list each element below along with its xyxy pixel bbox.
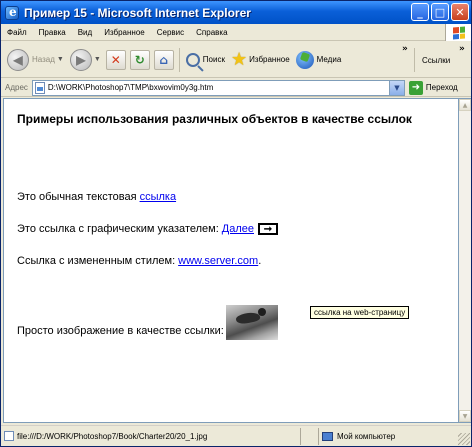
forward-button[interactable]: ▶ ▼	[67, 45, 104, 75]
scroll-down-icon[interactable]: ▼	[459, 410, 471, 422]
window-controls: _ □ ✕	[411, 3, 469, 21]
status-zone-cell: Мой компьютер	[319, 428, 439, 445]
styled-link-line: Ссылка с измененным стилем: www.server.c…	[17, 255, 261, 267]
home-icon: ⌂	[159, 52, 169, 67]
text-link-line: Это обычная текстовая ссылка	[17, 191, 176, 203]
page-icon	[34, 81, 45, 94]
favorites-label: Избранное	[249, 55, 290, 64]
address-bar: Адрес D:\WORK\Photoshop7\TMP\bxwovim0y3g…	[1, 79, 471, 97]
links-label[interactable]: Ссылки	[419, 45, 453, 75]
image-link-label: Просто изображение в качестве ссылки:	[17, 324, 224, 337]
scroll-up-icon[interactable]: ▲	[459, 99, 471, 111]
menu-favorites[interactable]: Избранное	[98, 28, 151, 37]
toolbar-overflow-button[interactable]: »	[402, 44, 408, 54]
link-tooltip: ссылка на web-страницу	[310, 306, 410, 319]
links-overflow-button[interactable]: »	[459, 44, 465, 54]
status-url-cell: file:///D:/WORK/Photoshop7/Book/Charter2…	[1, 427, 301, 445]
toolbar-separator	[414, 48, 415, 72]
menu-edit[interactable]: Правка	[33, 28, 72, 37]
toolbar-separator	[178, 47, 180, 72]
go-button[interactable]: ➜ Переход	[408, 80, 458, 95]
back-label: Назад	[32, 55, 55, 64]
media-button[interactable]: Медиа	[293, 45, 345, 75]
search-label: Поиск	[202, 55, 225, 64]
graphic-link-label: Это ссылка с графическим указателем:	[17, 223, 219, 235]
address-input[interactable]: D:\WORK\Photoshop7\TMP\bxwovim0y3g.htm ▼	[31, 79, 405, 96]
address-value: D:\WORK\Photoshop7\TMP\bxwovim0y3g.htm	[47, 83, 214, 92]
status-zone: Мой компьютер	[337, 431, 396, 441]
menu-file[interactable]: Файл	[1, 28, 33, 37]
address-label: Адрес	[5, 83, 28, 92]
browser-window: Пример 15 - Microsoft Internet Explorer …	[0, 0, 472, 447]
page-content: Примеры использования различных объектов…	[3, 98, 459, 423]
home-button[interactable]: ⌂	[153, 49, 174, 70]
graphic-link-line: Это ссылка с графическим указателем: Дал…	[17, 223, 278, 235]
styled-link-suffix: .	[258, 255, 262, 267]
styled-link-label: Ссылка с измененным стилем:	[17, 255, 176, 267]
server-link[interactable]: www.server.com	[178, 255, 258, 267]
window-title: Пример 15 - Microsoft Internet Explorer	[24, 5, 251, 20]
go-label: Переход	[425, 83, 458, 92]
chevron-down-icon: ▼	[93, 56, 101, 63]
windows-logo-icon	[445, 24, 471, 41]
page-icon	[4, 431, 14, 441]
stop-icon: ✕	[110, 52, 121, 67]
search-button[interactable]: Поиск	[183, 45, 228, 75]
maximize-button[interactable]: □	[431, 3, 449, 21]
star-icon: ★	[230, 49, 248, 69]
toolbar: ◀ Назад ▼ ▶ ▼ ✕ ↻ ⌂ Поиск ★ Избранное Ме…	[1, 42, 471, 78]
close-button[interactable]: ✕	[451, 3, 469, 21]
status-url: file:///D:/WORK/Photoshop7/Book/Charter2…	[17, 431, 208, 441]
image-link-line: Просто изображение в качестве ссылки:	[17, 305, 278, 348]
go-arrow-icon: ➜	[408, 80, 423, 95]
favorites-button[interactable]: ★ Избранное	[228, 45, 293, 75]
menu-bar: Файл Правка Вид Избранное Сервис Справка	[1, 24, 471, 41]
ie-logo-icon	[5, 5, 19, 20]
forward-arrow-icon: ▶	[69, 48, 92, 71]
refresh-icon: ↻	[134, 52, 145, 67]
chevron-down-icon: ▼	[56, 56, 64, 63]
minimize-button[interactable]: _	[411, 3, 429, 21]
stop-button[interactable]: ✕	[105, 49, 126, 70]
menu-help[interactable]: Справка	[190, 28, 233, 37]
arrow-right-icon[interactable]: ➞	[258, 223, 278, 235]
photo-link-image[interactable]	[225, 305, 278, 340]
page-heading: Примеры использования различных объектов…	[17, 112, 412, 126]
back-arrow-icon: ◀	[7, 48, 29, 71]
resize-grip-icon[interactable]	[458, 433, 470, 445]
text-link[interactable]: ссылка	[140, 191, 177, 203]
back-button[interactable]: ◀ Назад ▼	[4, 45, 67, 75]
menu-view[interactable]: Вид	[72, 28, 98, 37]
text-link-label: Это обычная текстовая	[17, 191, 137, 203]
refresh-button[interactable]: ↻	[129, 49, 150, 70]
search-icon	[185, 52, 200, 67]
address-dropdown-icon[interactable]: ▼	[388, 80, 404, 95]
media-label: Медиа	[316, 55, 342, 64]
vertical-scrollbar[interactable]: ▲ ▼	[459, 98, 471, 423]
next-link[interactable]: Далее	[222, 223, 254, 235]
status-bar: file:///D:/WORK/Photoshop7/Book/Charter2…	[1, 425, 471, 446]
media-icon	[295, 50, 314, 69]
menu-tools[interactable]: Сервис	[151, 28, 190, 37]
status-empty-cell	[301, 427, 319, 445]
title-bar: Пример 15 - Microsoft Internet Explorer …	[1, 1, 471, 24]
computer-icon	[322, 431, 333, 441]
